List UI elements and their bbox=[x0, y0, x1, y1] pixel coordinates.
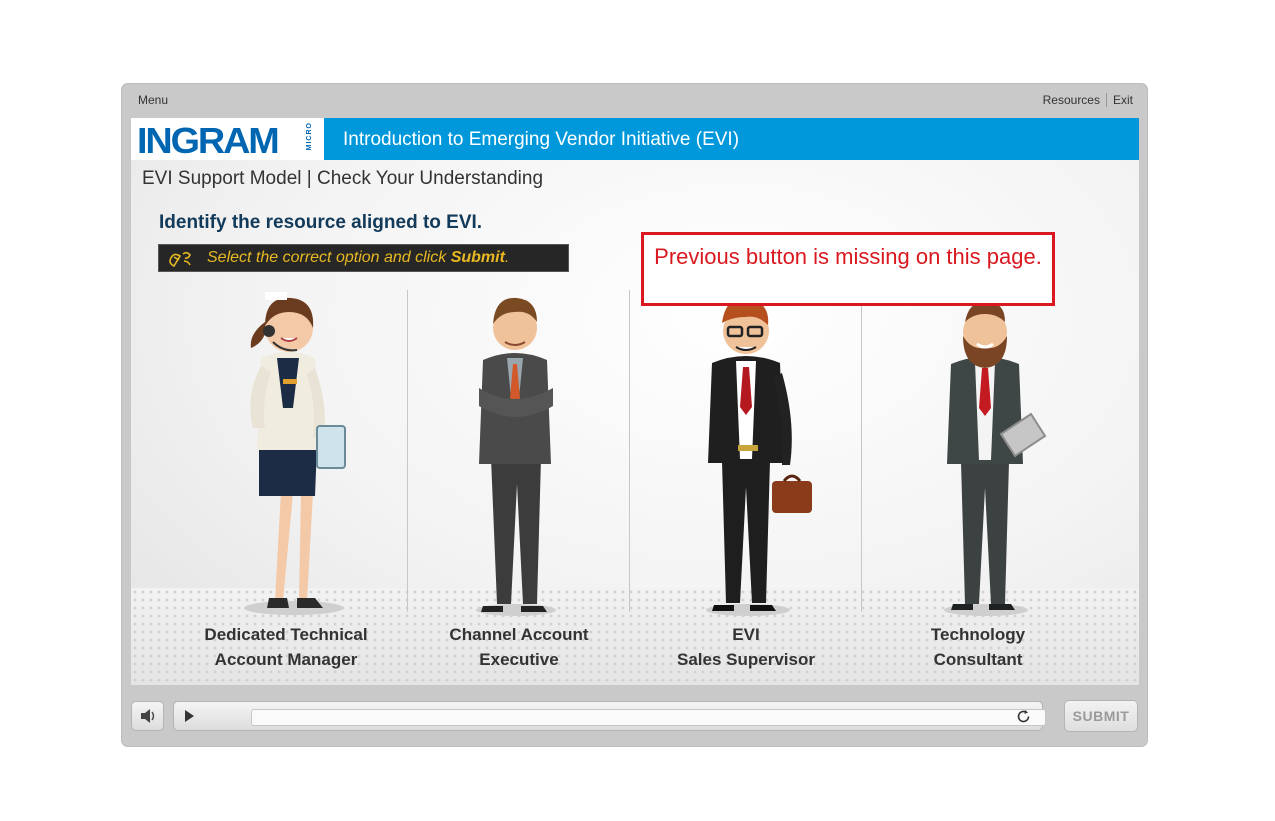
course-header: INGRAM MICRO Introduction to Emerging Ve… bbox=[131, 118, 1139, 161]
seek-control bbox=[173, 701, 1046, 731]
slide-title: EVI Support Model | Check Your Understan… bbox=[142, 168, 544, 189]
player-topbar: Menu Resources Exit bbox=[121, 83, 1148, 117]
logo-micro-text: MICRO bbox=[306, 122, 313, 151]
option-1-character[interactable] bbox=[219, 286, 359, 616]
play-icon[interactable] bbox=[182, 709, 196, 723]
option-4-line1: Technology bbox=[930, 625, 1026, 644]
option-divider bbox=[407, 290, 408, 612]
submit-button[interactable]: SUBMIT bbox=[1064, 700, 1138, 732]
option-4-character[interactable] bbox=[931, 298, 1051, 623]
option-2-line1: Channel Account bbox=[449, 625, 589, 644]
instruction-text: Select the correct option and click Subm… bbox=[207, 249, 509, 267]
menu-link[interactable]: Menu bbox=[138, 93, 168, 107]
question-text: Identify the resource aligned to EVI. bbox=[159, 212, 483, 233]
option-divider bbox=[629, 290, 630, 612]
option-3-label[interactable]: EVI Sales Supervisor bbox=[646, 622, 846, 672]
volume-icon bbox=[141, 709, 155, 723]
volume-button[interactable] bbox=[131, 701, 164, 731]
instruction-banner: Select the correct option and click Subm… bbox=[158, 244, 569, 272]
option-4-line2: Consultant bbox=[933, 650, 1023, 669]
ingram-logo: INGRAM MICRO bbox=[131, 118, 324, 161]
mouse-click-icon bbox=[169, 251, 191, 268]
course-player: Menu Resources Exit INGRAM MICRO Introdu… bbox=[121, 83, 1148, 747]
option-1-line1: Dedicated Technical bbox=[204, 625, 368, 644]
logo-wordmark: INGRAM bbox=[137, 120, 280, 161]
link-divider bbox=[1105, 93, 1107, 107]
option-2-label[interactable]: Channel Account Executive bbox=[419, 622, 619, 672]
top-links: Resources Exit bbox=[1043, 93, 1133, 107]
instruction-suffix: . bbox=[504, 249, 510, 266]
option-1-line2: Account Manager bbox=[214, 650, 358, 669]
slide-area: INGRAM MICRO Introduction to Emerging Ve… bbox=[131, 118, 1139, 685]
replay-icon[interactable] bbox=[1015, 708, 1032, 725]
instruction-action: Submit bbox=[450, 249, 505, 266]
option-2-line2: Executive bbox=[479, 650, 559, 669]
playback-controls: SUBMIT bbox=[131, 700, 1139, 732]
review-callout: Previous button is missing on this page. bbox=[641, 232, 1055, 306]
resources-link[interactable]: Resources bbox=[1043, 93, 1100, 107]
instruction-prefix: Select the correct option and click bbox=[207, 249, 451, 266]
option-3-line1: EVI bbox=[732, 625, 760, 644]
option-divider bbox=[861, 290, 862, 612]
option-4-label[interactable]: Technology Consultant bbox=[878, 622, 1078, 672]
option-1-label[interactable]: Dedicated Technical Account Manager bbox=[186, 622, 386, 672]
progress-bar[interactable] bbox=[251, 709, 1046, 726]
option-3-line2: Sales Supervisor bbox=[677, 650, 815, 669]
option-3-character[interactable] bbox=[686, 293, 816, 623]
option-2-character[interactable] bbox=[461, 288, 571, 618]
course-title: Introduction to Emerging Vendor Initiati… bbox=[343, 129, 740, 150]
exit-link[interactable]: Exit bbox=[1113, 93, 1133, 107]
